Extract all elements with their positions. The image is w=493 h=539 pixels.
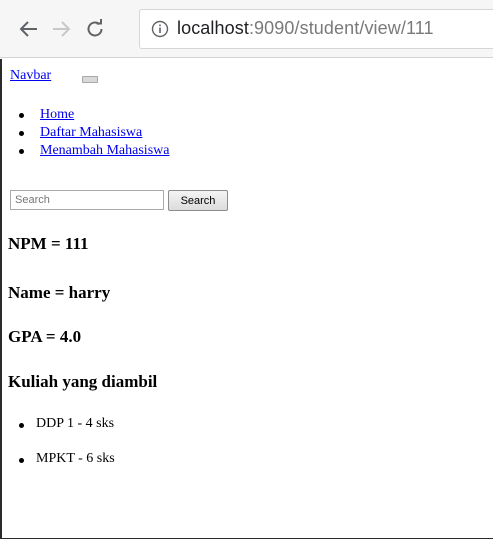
nav-link-home[interactable]: Home xyxy=(40,107,74,122)
address-bar[interactable]: localhost:9090/student/view/111 xyxy=(139,9,493,49)
name-heading: Name = harry xyxy=(8,283,111,302)
reload-button[interactable] xyxy=(84,17,106,41)
search-input[interactable]: Search xyxy=(10,190,164,210)
gpa-heading: GPA = 4.0 xyxy=(8,327,82,346)
nav-link-menambah-mahasiswa[interactable]: Menambah Mahasiswa xyxy=(40,143,169,158)
forward-button[interactable] xyxy=(50,17,72,41)
browser-toolbar: localhost:9090/student/view/111 xyxy=(0,0,493,58)
course-item: MPKT - 6 sks xyxy=(8,451,115,486)
url-host: localhost xyxy=(177,18,249,38)
nav-link-daftar-mahasiswa[interactable]: Daftar Mahasiswa xyxy=(40,125,142,140)
url-path: :9090/student/view/111 xyxy=(248,18,434,38)
nav-item-daftar-mahasiswa: Daftar Mahasiswa xyxy=(12,124,169,142)
back-arrow-icon xyxy=(19,21,37,37)
info-icon[interactable] xyxy=(151,20,169,38)
page-content: Navbar Home Daftar Mahasiswa Menambah Ma… xyxy=(0,59,493,539)
reload-icon xyxy=(87,19,103,37)
nav-menu: Home Daftar Mahasiswa Menambah Mahasiswa xyxy=(12,106,169,160)
url-text: localhost:9090/student/view/111 xyxy=(177,18,434,39)
course-item: DDP 1 - 4 sks xyxy=(8,416,115,451)
navbar-brand-link[interactable]: Navbar xyxy=(10,68,51,84)
forward-arrow-icon xyxy=(53,21,71,37)
course-list: DDP 1 - 4 sks MPKT - 6 sks xyxy=(8,416,115,486)
navbar-toggler-button[interactable] xyxy=(82,76,98,83)
npm-heading: NPM = 111 xyxy=(8,234,89,253)
nav-item-menambah-mahasiswa: Menambah Mahasiswa xyxy=(12,142,169,160)
nav-item-home: Home xyxy=(12,106,169,124)
search-button[interactable]: Search xyxy=(168,190,228,211)
back-button[interactable] xyxy=(18,17,40,41)
courses-heading: Kuliah yang diambil xyxy=(8,372,158,391)
